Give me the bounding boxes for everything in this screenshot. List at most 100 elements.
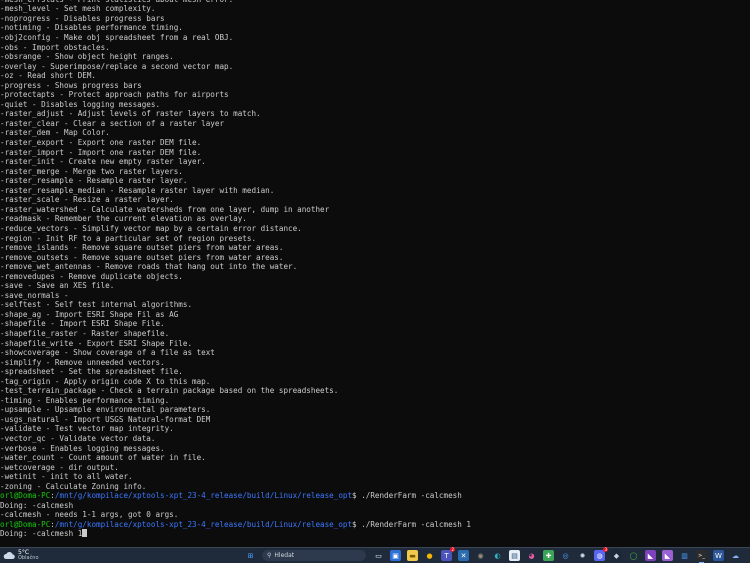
taskbar-search-box[interactable]: ⚲ Hledat [262,550,366,561]
notification-badge: 2 [450,547,455,552]
terminal-line: -wetcoverage - dir output. [0,463,750,473]
terminal-line-text: -obsrange - Show object height ranges. [0,52,174,62]
steam-icon[interactable]: ◆ [611,550,622,561]
terminal-line-text: -raster_dem - Map Color. [0,128,110,138]
prompt-command: ./RenderFarm -calcmesh [361,491,462,501]
terminal-line: -oz - Read short DEM. [0,71,750,81]
terminal-line-text: -water_count - Count amount of water in … [0,453,206,463]
word-icon[interactable]: W [713,550,724,561]
terminal-line-text: -raster_resample_median - Resample raste… [0,185,275,195]
terminal-line-text: -timing - Enables performance timing. [0,395,170,405]
x-app-icon[interactable]: ✕ [458,550,469,561]
terminal-line: -save - Save an XES file. [0,281,750,291]
terminal-line: -raster_init - Create new empty raster l… [0,157,750,167]
terminal-line: -mesh_level - Set mesh complexity. [0,4,750,14]
terminal-line: -selftest - Self test internal algorithm… [0,300,750,310]
terminal-line-text: -showcoverage - Show coverage of a file … [0,348,215,358]
terminal-line-text: -upsample - Upsample environmental param… [0,405,211,415]
terminal-line: -quiet - Disables logging messages. [0,100,750,110]
terminal-line-text: -raster_scale - Resize a raster layer. [0,195,174,205]
puzzle-app-icon[interactable]: ✚ [543,550,554,561]
teams-icon[interactable]: T2 [441,547,455,561]
terminal-line: -raster_dem - Map Color. [0,128,750,138]
terminal-line-text: -raster_merge - Merge two raster layers. [0,166,183,176]
terminal-line-text: -wetinit - init to all water. [0,472,133,482]
terminal-line: -readmask - Remember the current elevati… [0,214,750,224]
terminal-line-text: -usgs_natural - Import USGS Natural-form… [0,414,211,424]
prompt-symbol: $ [352,519,362,529]
terminal-line: -save_normals - [0,291,750,301]
terminal-line-text: -shape_ag - Import ESRI Shape Fil as AG [0,309,179,319]
edge-icon[interactable]: ◐ [492,550,503,561]
terminal-line-text: -reduce_vectors - Simplify vector map by… [0,223,302,233]
prompt-symbol: $ [352,491,362,501]
terminal-line-text: -test_terrain_package - Check a terrain … [0,386,339,396]
gimp-icon[interactable]: ◉ [475,550,486,561]
file-explorer-icon[interactable]: ▬ [407,550,418,561]
terminal-line-text: -quiet - Disables logging messages. [0,99,161,109]
prompt-path: /mnt/g/kompilace/xptools-xpt_23-4_releas… [54,491,353,501]
task-manager-icon[interactable]: ▥ [679,550,690,561]
terminal-line-text: -raster_adjust - Adjust levels of raster… [0,109,261,119]
terminal-line-text: -removedupes - Remove duplicate objects. [0,271,183,281]
terminal-line: -verbose - Enables logging messages. [0,444,750,454]
notepad-icon[interactable]: ▤ [509,550,520,561]
terminal-line: -notiming - Disables performance timing. [0,23,750,33]
terminal-line: -noprogress - Disables progress bars [0,14,750,24]
palette-icon[interactable]: ◕ [526,550,537,561]
terminal-line: -water_count - Count amount of water in … [0,453,750,463]
prompt-user-host: orl@Doma-PC [0,491,51,501]
chrome-icon[interactable]: ● [424,550,435,561]
terminal-line: -obs - Import obstacles. [0,43,750,53]
terminal-line: -obj2config - Make obj spreadsheet from … [0,33,750,43]
terminal-line-text: -selftest - Self test internal algorithm… [0,300,193,310]
terminal-line: -remove_islands - Remove square outset p… [0,243,750,253]
prompt-user-host: orl@Doma-PC [0,519,51,529]
store-icon[interactable]: ▣ [390,550,401,561]
terminal-line-text: -shapefile_raster - Raster shapefile. [0,328,170,338]
terminal-line-text: -raster_init - Create new empty raster l… [0,157,206,167]
terminal-line: Doing: -calcmesh [0,501,750,511]
terminal-line: -vector_qc - Validate vector data. [0,434,750,444]
terminal-line: -showcoverage - Show coverage of a file … [0,348,750,358]
terminal-icon[interactable]: >_ [696,550,707,563]
terminal-line: -usgs_natural - Import USGS Natural-form… [0,415,750,425]
terminal-line-text: -raster_import - Import one raster DEM f… [0,147,202,157]
task-view-icon[interactable]: ▭ [373,550,384,561]
terminal-line: -zoning - Calculate Zoning info. [0,482,750,492]
globe-app-icon[interactable]: ◎ [560,550,571,561]
terminal-line: -raster_export - Export one raster DEM f… [0,138,750,148]
terminal-line: -reduce_vectors - Simplify vector map by… [0,224,750,234]
settings-gear-icon[interactable]: ✹ [577,550,588,561]
terminal-line-text: -spreadsheet - Set the spreadsheet file. [0,367,183,377]
terminal-line: -raster_scale - Resize a raster layer. [0,195,750,205]
cloud-app-icon[interactable]: ☁ [730,550,741,561]
terminal-line: Doing: -calcmesh 1 [0,529,750,539]
terminal-line: -raster_clear - Clear a section of a ras… [0,119,750,129]
weather-widget[interactable]: 5°C Oblačno [0,548,103,563]
terminal-line: -shapefile - Import ESRI Shape File. [0,319,750,329]
discord-icon[interactable]: ◍ 3 [594,547,608,561]
terminal-line-text: -remove_islands - Remove square outset p… [0,243,284,253]
terminal-line-text: -raster_clear - Clear a section of a ras… [0,118,225,128]
search-placeholder: Hledat [274,552,295,559]
terminal-line: -raster_watershed - Calculate watersheds… [0,205,750,215]
terminal-line-text: -wetcoverage - dir output. [0,462,119,472]
terminal-line: -shapefile_raster - Raster shapefile. [0,329,750,339]
terminal-line-text: -notiming - Disables performance timing. [0,23,183,33]
terminal-window[interactable]: -mesh_errstats - Print statistics about … [0,0,750,547]
xbox-icon[interactable]: ◯ [628,550,639,561]
terminal-line: -obsrange - Show object height ranges. [0,52,750,62]
terminal-line: -overlay - Superimpose/replace a second … [0,62,750,72]
terminal-line-text: -mesh_level - Set mesh complexity. [0,4,156,14]
visual-studio-icon[interactable]: ◣ [645,550,656,561]
terminal-line: -upsample - Upsample environmental param… [0,405,750,415]
terminal-line-text: -shapefile_write - Export ESRI Shape Fil… [0,338,193,348]
visual-studio-preview-icon[interactable]: ◣ [662,550,673,561]
terminal-line-text: -protectapts - Protect approach paths fo… [0,90,229,100]
terminal-line-text: Doing: -calcmesh 1 [0,529,83,539]
terminal-line-text: -noprogress - Disables progress bars [0,13,165,23]
terminal-line-text: -calcmesh - needs 1-1 args, got 0 args. [0,510,179,520]
terminal-line: -progress - Shows progress bars [0,81,750,91]
windows-start-icon[interactable]: ⊞ [245,550,256,561]
